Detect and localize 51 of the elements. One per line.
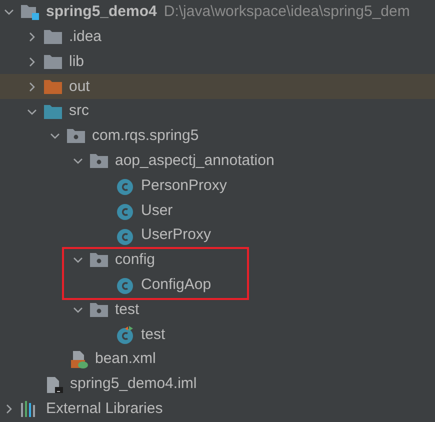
tree-row[interactable]: src xyxy=(0,99,435,124)
class-icon xyxy=(116,326,134,344)
tree-row[interactable]: spring5_demo4 D:\java\workspace\idea\spring5_dem xyxy=(0,0,435,25)
node-label: com.rqs.spring5 xyxy=(92,126,199,146)
node-label: User xyxy=(141,200,173,221)
project-folder-icon xyxy=(21,4,39,20)
class-icon xyxy=(116,176,134,195)
node-label: test xyxy=(141,324,166,344)
folder-icon xyxy=(44,104,62,119)
tree-row[interactable]: UserProxy xyxy=(0,223,435,248)
node-label: out xyxy=(69,76,90,97)
node-label: aop_aspectj_annotation xyxy=(115,150,274,171)
tree-row[interactable]: PersonProxy xyxy=(0,174,435,198)
node-label: lib xyxy=(69,52,84,72)
package-folder-icon xyxy=(90,302,108,317)
tree-row[interactable]: aop_aspectj_annotation xyxy=(0,148,435,174)
folder-icon xyxy=(44,80,62,94)
xml-file-icon xyxy=(70,350,88,369)
module-file-icon xyxy=(47,375,63,394)
tree-row[interactable]: com.rqs.spring5 xyxy=(0,124,435,149)
tree-row[interactable]: lib xyxy=(0,50,435,74)
node-label: PersonProxy xyxy=(141,176,227,196)
tree-row[interactable]: External Libraries xyxy=(0,396,435,422)
tree-row[interactable]: .idea xyxy=(0,24,435,50)
node-label: bean.xml xyxy=(95,349,156,370)
tree-row[interactable]: test xyxy=(0,322,435,348)
tree-row[interactable]: bean.xml xyxy=(0,347,435,372)
node-label: spring5_demo4 xyxy=(46,2,157,22)
project-path: D:\java\workspace\idea\spring5_dem xyxy=(164,2,410,22)
node-label: test xyxy=(115,300,140,320)
tree-row[interactable]: out xyxy=(0,74,435,100)
tree-row[interactable]: config xyxy=(0,248,435,273)
tree-row[interactable]: spring5_demo4.iml xyxy=(0,372,435,397)
node-label: UserProxy xyxy=(141,225,212,246)
node-label: spring5_demo4.iml xyxy=(70,374,197,394)
folder-icon xyxy=(44,54,62,69)
tree-row[interactable]: User xyxy=(0,198,435,224)
node-label: .idea xyxy=(69,26,102,47)
folder-icon xyxy=(44,30,62,44)
node-label: config xyxy=(115,250,156,270)
node-label: src xyxy=(69,101,89,122)
package-folder-icon xyxy=(90,154,108,168)
tree-row[interactable]: test xyxy=(0,298,435,322)
class-icon xyxy=(116,276,134,294)
class-icon xyxy=(116,226,134,245)
node-label: ConfigAop xyxy=(141,274,212,295)
class-icon xyxy=(116,202,134,220)
node-label: External Libraries xyxy=(46,398,163,419)
package-folder-icon xyxy=(90,253,108,268)
tree-row[interactable]: ConfigAop xyxy=(0,272,435,298)
package-folder-icon xyxy=(67,129,85,144)
